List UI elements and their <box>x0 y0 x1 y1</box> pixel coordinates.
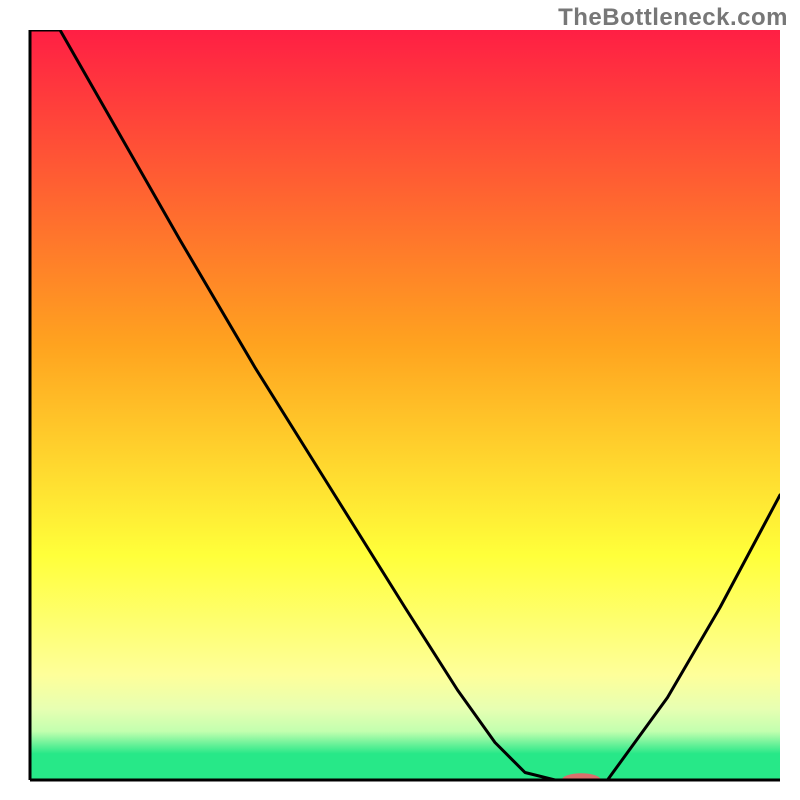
chart-svg <box>0 0 800 800</box>
chart-container: { "watermark": "TheBottleneck.com", "col… <box>0 0 800 800</box>
plot-area <box>30 30 780 787</box>
gradient-background <box>30 30 780 780</box>
watermark-text: TheBottleneck.com <box>558 4 788 32</box>
